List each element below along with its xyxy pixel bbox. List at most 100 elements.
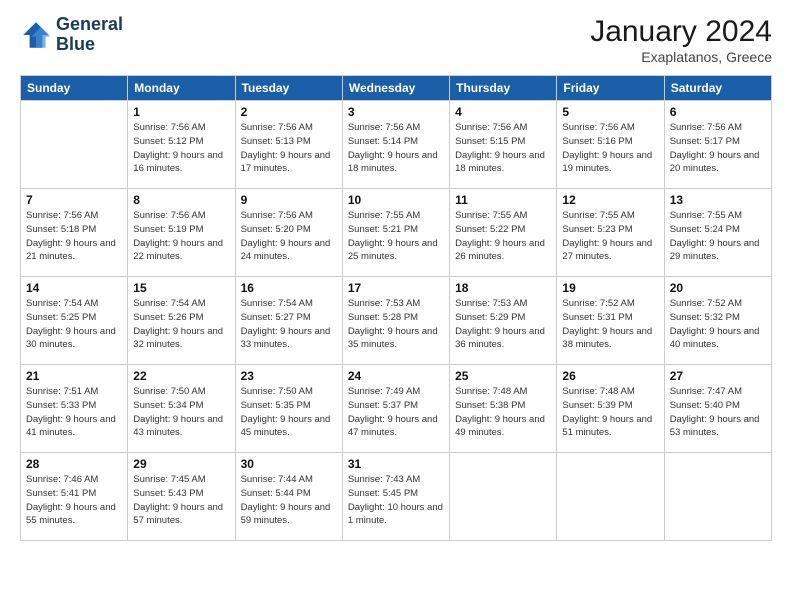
- calendar-header-row: SundayMondayTuesdayWednesdayThursdayFrid…: [21, 76, 772, 101]
- day-number: 20: [670, 281, 766, 295]
- day-info: Sunrise: 7:54 AMSunset: 5:26 PMDaylight:…: [133, 297, 229, 352]
- day-number: 29: [133, 457, 229, 471]
- calendar-cell: 7Sunrise: 7:56 AMSunset: 5:18 PMDaylight…: [21, 189, 128, 277]
- day-info: Sunrise: 7:55 AMSunset: 5:22 PMDaylight:…: [455, 209, 551, 264]
- calendar-cell: 8 Sunrise: 7:56 AMSunset: 5:19 PMDaylight…: [128, 189, 235, 277]
- day-info: Sunrise: 7:56 AMSunset: 5:20 PMDaylight:…: [241, 209, 337, 264]
- calendar-cell: [557, 453, 664, 541]
- calendar-cell: 2Sunrise: 7:56 AMSunset: 5:13 PMDaylight…: [235, 101, 342, 189]
- day-info: Sunrise: 7:45 AMSunset: 5:43 PMDaylight:…: [133, 473, 229, 528]
- calendar-cell: 11 Sunrise: 7:55 AMSunset: 5:22 PMDayligh…: [450, 189, 557, 277]
- calendar-cell: [21, 101, 128, 189]
- day-number: 5: [562, 105, 658, 119]
- day-header-friday: Friday: [557, 76, 664, 101]
- calendar-cell: 24 Sunrise: 7:49 AMSunset: 5:37 PMDayligh…: [342, 365, 449, 453]
- week-row-0: 1 Sunrise: 7:56 AMSunset: 5:12 PMDaylight…: [21, 101, 772, 189]
- day-number: 22: [133, 369, 229, 383]
- day-number: 11: [455, 193, 551, 207]
- calendar-cell: 5 Sunrise: 7:56 AMSunset: 5:16 PMDaylight…: [557, 101, 664, 189]
- day-info: Sunrise: 7:56 AMSunset: 5:17 PMDaylight:…: [670, 121, 766, 176]
- day-info: Sunrise: 7:56 AMSunset: 5:16 PMDaylight:…: [562, 121, 658, 176]
- calendar-cell: 23 Sunrise: 7:50 AMSunset: 5:35 PMDayligh…: [235, 365, 342, 453]
- calendar-cell: 18Sunrise: 7:53 AMSunset: 5:29 PMDayligh…: [450, 277, 557, 365]
- calendar-cell: [450, 453, 557, 541]
- day-number: 18: [455, 281, 551, 295]
- day-number: 16: [241, 281, 337, 295]
- day-number: 27: [670, 369, 766, 383]
- calendar-cell: 4 Sunrise: 7:56 AMSunset: 5:15 PMDaylight…: [450, 101, 557, 189]
- day-info: Sunrise: 7:49 AMSunset: 5:37 PMDaylight:…: [348, 385, 444, 440]
- day-info: Sunrise: 7:52 AMSunset: 5:31 PMDaylight:…: [562, 297, 658, 352]
- calendar-cell: 16 Sunrise: 7:54 AMSunset: 5:27 PMDayligh…: [235, 277, 342, 365]
- page: General Blue January 2024 Exaplatanos, G…: [0, 0, 792, 612]
- day-info: Sunrise: 7:55 AMSunset: 5:21 PMDaylight:…: [348, 209, 444, 264]
- day-header-tuesday: Tuesday: [235, 76, 342, 101]
- logo-text: General Blue: [56, 15, 123, 55]
- day-info: Sunrise: 7:56 AMSunset: 5:19 PMDaylight:…: [133, 209, 229, 264]
- day-number: 1: [133, 105, 229, 119]
- day-info: Sunrise: 7:46 AMSunset: 5:41 PMDaylight:…: [26, 473, 122, 528]
- day-number: 13: [670, 193, 766, 207]
- day-number: 6: [670, 105, 766, 119]
- logo-icon: [20, 19, 52, 51]
- day-number: 12: [562, 193, 658, 207]
- day-number: 28: [26, 457, 122, 471]
- day-info: Sunrise: 7:54 AMSunset: 5:25 PMDaylight:…: [26, 297, 122, 352]
- calendar-cell: 28 Sunrise: 7:46 AMSunset: 5:41 PMDayligh…: [21, 453, 128, 541]
- day-number: 7: [26, 193, 122, 207]
- calendar-cell: [664, 453, 771, 541]
- calendar-cell: 14Sunrise: 7:54 AMSunset: 5:25 PMDayligh…: [21, 277, 128, 365]
- day-number: 17: [348, 281, 444, 295]
- day-info: Sunrise: 7:43 AMSunset: 5:45 PMDaylight:…: [348, 473, 444, 528]
- month-year: January 2024: [590, 15, 772, 49]
- day-number: 19: [562, 281, 658, 295]
- day-header-saturday: Saturday: [664, 76, 771, 101]
- calendar-cell: 6 Sunrise: 7:56 AMSunset: 5:17 PMDaylight…: [664, 101, 771, 189]
- calendar-cell: 26Sunrise: 7:48 AMSunset: 5:39 PMDayligh…: [557, 365, 664, 453]
- day-info: Sunrise: 7:52 AMSunset: 5:32 PMDaylight:…: [670, 297, 766, 352]
- calendar-cell: 21 Sunrise: 7:51 AMSunset: 5:33 PMDayligh…: [21, 365, 128, 453]
- week-row-4: 28 Sunrise: 7:46 AMSunset: 5:41 PMDayligh…: [21, 453, 772, 541]
- day-number: 23: [241, 369, 337, 383]
- day-number: 8: [133, 193, 229, 207]
- day-number: 21: [26, 369, 122, 383]
- calendar-cell: 17Sunrise: 7:53 AMSunset: 5:28 PMDayligh…: [342, 277, 449, 365]
- day-info: Sunrise: 7:56 AMSunset: 5:15 PMDaylight:…: [455, 121, 551, 176]
- calendar-cell: 1 Sunrise: 7:56 AMSunset: 5:12 PMDaylight…: [128, 101, 235, 189]
- calendar-cell: 9Sunrise: 7:56 AMSunset: 5:20 PMDaylight…: [235, 189, 342, 277]
- calendar-cell: 10 Sunrise: 7:55 AMSunset: 5:21 PMDayligh…: [342, 189, 449, 277]
- calendar-cell: 22Sunrise: 7:50 AMSunset: 5:34 PMDayligh…: [128, 365, 235, 453]
- day-info: Sunrise: 7:50 AMSunset: 5:35 PMDaylight:…: [241, 385, 337, 440]
- day-info: Sunrise: 7:54 AMSunset: 5:27 PMDaylight:…: [241, 297, 337, 352]
- day-number: 3: [348, 105, 444, 119]
- calendar-cell: 25Sunrise: 7:48 AMSunset: 5:38 PMDayligh…: [450, 365, 557, 453]
- header: General Blue January 2024 Exaplatanos, G…: [20, 15, 772, 65]
- calendar-cell: 13 Sunrise: 7:55 AMSunset: 5:24 PMDayligh…: [664, 189, 771, 277]
- day-info: Sunrise: 7:55 AMSunset: 5:23 PMDaylight:…: [562, 209, 658, 264]
- day-header-thursday: Thursday: [450, 76, 557, 101]
- location: Exaplatanos, Greece: [590, 49, 772, 65]
- day-number: 10: [348, 193, 444, 207]
- day-header-sunday: Sunday: [21, 76, 128, 101]
- calendar-cell: 12 Sunrise: 7:55 AMSunset: 5:23 PMDayligh…: [557, 189, 664, 277]
- calendar-cell: 29 Sunrise: 7:45 AMSunset: 5:43 PMDayligh…: [128, 453, 235, 541]
- day-info: Sunrise: 7:56 AMSunset: 5:12 PMDaylight:…: [133, 121, 229, 176]
- day-header-monday: Monday: [128, 76, 235, 101]
- day-info: Sunrise: 7:55 AMSunset: 5:24 PMDaylight:…: [670, 209, 766, 264]
- day-info: Sunrise: 7:51 AMSunset: 5:33 PMDaylight:…: [26, 385, 122, 440]
- calendar-table: SundayMondayTuesdayWednesdayThursdayFrid…: [20, 75, 772, 541]
- week-row-1: 7Sunrise: 7:56 AMSunset: 5:18 PMDaylight…: [21, 189, 772, 277]
- day-number: 24: [348, 369, 444, 383]
- day-number: 30: [241, 457, 337, 471]
- week-row-3: 21 Sunrise: 7:51 AMSunset: 5:33 PMDayligh…: [21, 365, 772, 453]
- calendar-cell: 31Sunrise: 7:43 AMSunset: 5:45 PMDayligh…: [342, 453, 449, 541]
- day-number: 4: [455, 105, 551, 119]
- week-row-2: 14Sunrise: 7:54 AMSunset: 5:25 PMDayligh…: [21, 277, 772, 365]
- calendar-cell: 20 Sunrise: 7:52 AMSunset: 5:32 PMDayligh…: [664, 277, 771, 365]
- day-info: Sunrise: 7:48 AMSunset: 5:38 PMDaylight:…: [455, 385, 551, 440]
- day-header-wednesday: Wednesday: [342, 76, 449, 101]
- day-number: 26: [562, 369, 658, 383]
- logo: General Blue: [20, 15, 123, 55]
- day-info: Sunrise: 7:47 AMSunset: 5:40 PMDaylight:…: [670, 385, 766, 440]
- calendar-cell: 15Sunrise: 7:54 AMSunset: 5:26 PMDayligh…: [128, 277, 235, 365]
